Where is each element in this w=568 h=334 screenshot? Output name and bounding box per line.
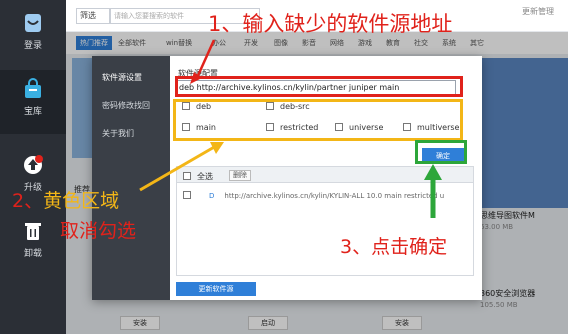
annotation-step2: 2、黄色区域 取消勾选 xyxy=(12,186,136,246)
arrow-green-head xyxy=(424,164,442,180)
annotation-step1: 1、输入缺少的软件源地址 xyxy=(208,12,453,36)
arrow-red-head xyxy=(190,72,202,84)
arrow-red xyxy=(194,39,216,81)
annotation-step2-line2: 取消勾选 xyxy=(60,220,137,242)
annotation-arrows xyxy=(139,39,442,218)
annotation-step3: 3、点击确定 xyxy=(340,236,448,258)
annotation-step2-highlight: 黄色区域 xyxy=(43,190,120,212)
annotation-step2-prefix: 2、 xyxy=(12,190,44,212)
arrow-yellow xyxy=(139,144,217,192)
